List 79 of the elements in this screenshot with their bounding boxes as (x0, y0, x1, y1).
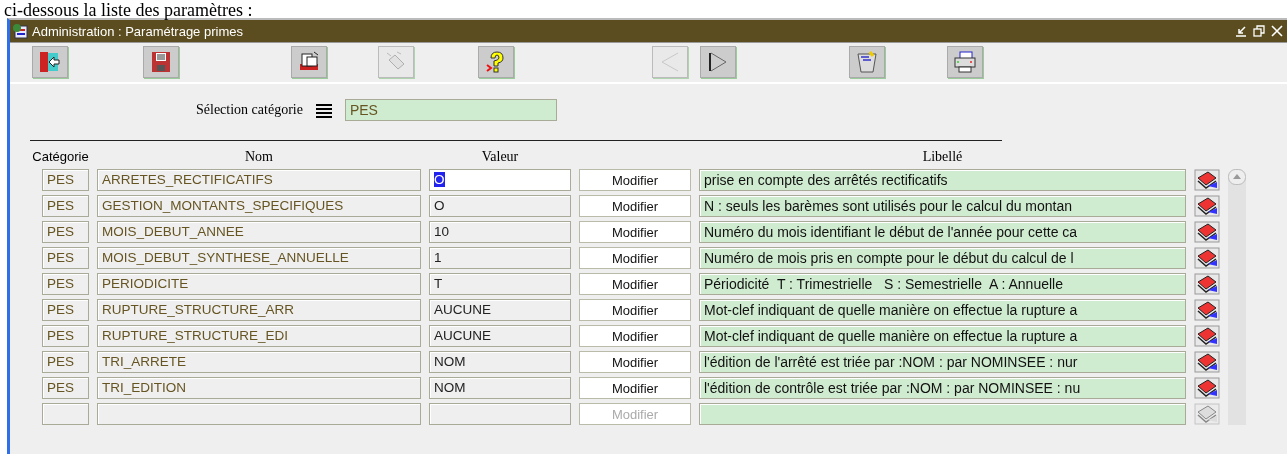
name-cell: PERIODICITE (97, 273, 421, 295)
column-header: Catégorie (32, 149, 89, 165)
selection-label: Sélection catégorie (196, 102, 303, 118)
copy-button[interactable] (291, 46, 327, 78)
modify-button[interactable]: Modifier (579, 299, 691, 321)
close-icon[interactable] (1271, 25, 1283, 37)
notepad-icon[interactable] (1194, 299, 1220, 321)
modify-button[interactable]: Modifier (579, 377, 691, 399)
value-field[interactable]: 10 (429, 221, 571, 243)
category-cell: PES (42, 351, 89, 373)
label-cell: l'édition de l'arrêté est triée par :NOM : par NOMINSEE : nur (699, 351, 1186, 373)
category-cell: PES (42, 169, 89, 191)
value-field[interactable]: T (429, 273, 571, 295)
notepad-icon[interactable] (1194, 195, 1220, 217)
category-cell: PES (42, 195, 89, 217)
modify-button[interactable]: Modifier (579, 221, 691, 243)
exit-button[interactable] (32, 46, 68, 78)
modify-button[interactable]: Modifier (579, 325, 691, 347)
category-cell: PES (42, 299, 89, 321)
value-field[interactable]: NOM (429, 351, 571, 373)
label-cell: Mot-clef indiquant de quelle manière on effectue la rupture a (699, 299, 1186, 321)
printer-icon (952, 50, 978, 74)
value-field[interactable]: AUCUNE (429, 299, 571, 321)
category-cell (42, 403, 89, 425)
label-cell: Numéro du mois identifiant le début de l'année pour cette ca (699, 221, 1186, 243)
help-button[interactable] (478, 46, 514, 78)
name-cell: ARRETES_RECTIFICATIFS (97, 169, 421, 191)
label-cell: Mot-clef indiquant de quelle manière on effectue la rupture a (699, 325, 1186, 347)
value-field[interactable]: AUCUNE (429, 325, 571, 347)
column-header: Valeur (480, 149, 520, 165)
notepad-icon[interactable] (1194, 325, 1220, 347)
app-icon (12, 23, 28, 39)
window-title: Administration : Paramétrage primes (32, 23, 243, 39)
notepad-icon[interactable] (1194, 169, 1220, 191)
notepad-icon[interactable] (1194, 221, 1220, 243)
category-field[interactable]: PES (344, 99, 557, 121)
notepad-icon[interactable] (1194, 273, 1220, 295)
modify-button[interactable]: Modifier (579, 273, 691, 295)
value-field[interactable]: 1 (429, 247, 571, 269)
column-header: Libellé (921, 149, 964, 165)
column-header: Nom (244, 149, 274, 165)
name-cell: MOIS_DEBUT_ANNEE (97, 221, 421, 243)
bin-icon (854, 50, 880, 74)
value-field[interactable]: O (429, 169, 571, 191)
name-cell: TRI_EDITION (97, 377, 421, 399)
value-field[interactable]: NOM (429, 377, 571, 399)
save-button[interactable] (143, 46, 179, 78)
label-cell: prise en compte des arrêtés rectificatifs (699, 169, 1186, 191)
print-button[interactable] (947, 46, 983, 78)
category-cell: PES (42, 273, 89, 295)
label-cell: Périodicité T : Trimestrielle S : Semestrielle A : Annuelle (699, 273, 1186, 295)
notepad-icon[interactable] (1194, 377, 1220, 399)
page-caption: ci-dessous la liste des paramètres : (4, 0, 253, 18)
category-cell: PES (42, 325, 89, 347)
trash-button[interactable] (849, 46, 885, 78)
restore-icon[interactable] (1253, 25, 1265, 37)
label-cell: Numéro de mois pris en compte pour le début du calcul de l (699, 247, 1186, 269)
next-button[interactable] (700, 46, 736, 78)
label-cell: N : seuls les barèmes sont utilisés pour le calcul du montan (699, 195, 1186, 217)
category-cell: PES (42, 377, 89, 399)
notepad-icon[interactable] (1194, 247, 1220, 269)
door-arrow-icon (37, 50, 63, 74)
name-cell: TRI_ARRETE (97, 351, 421, 373)
modify-button[interactable]: Modifier (579, 247, 691, 269)
category-cell: PES (42, 247, 89, 269)
label-cell: l'édition de contrôle est triée par :NOM : par NOMINSEE : nu (699, 377, 1186, 399)
category-cell: PES (42, 221, 89, 243)
modify-button[interactable]: Modifier (579, 195, 691, 217)
name-cell: MOIS_DEBUT_SYNTHESE_ANNUELLE (97, 247, 421, 269)
modify-button[interactable]: Modifier (579, 169, 691, 191)
list-icon[interactable] (314, 102, 333, 118)
value-field[interactable]: O (429, 195, 571, 217)
minimize-icon[interactable] (1235, 25, 1247, 37)
name-cell: RUPTURE_STRUCTURE_EDI (97, 325, 421, 347)
scrollbar[interactable] (1228, 169, 1246, 425)
notepad-icon[interactable] (1194, 351, 1220, 373)
name-cell: GESTION_MONTANTS_SPECIFIQUES (97, 195, 421, 217)
name-cell: RUPTURE_STRUCTURE_ARR (97, 299, 421, 321)
modify-button[interactable]: Modifier (579, 351, 691, 373)
